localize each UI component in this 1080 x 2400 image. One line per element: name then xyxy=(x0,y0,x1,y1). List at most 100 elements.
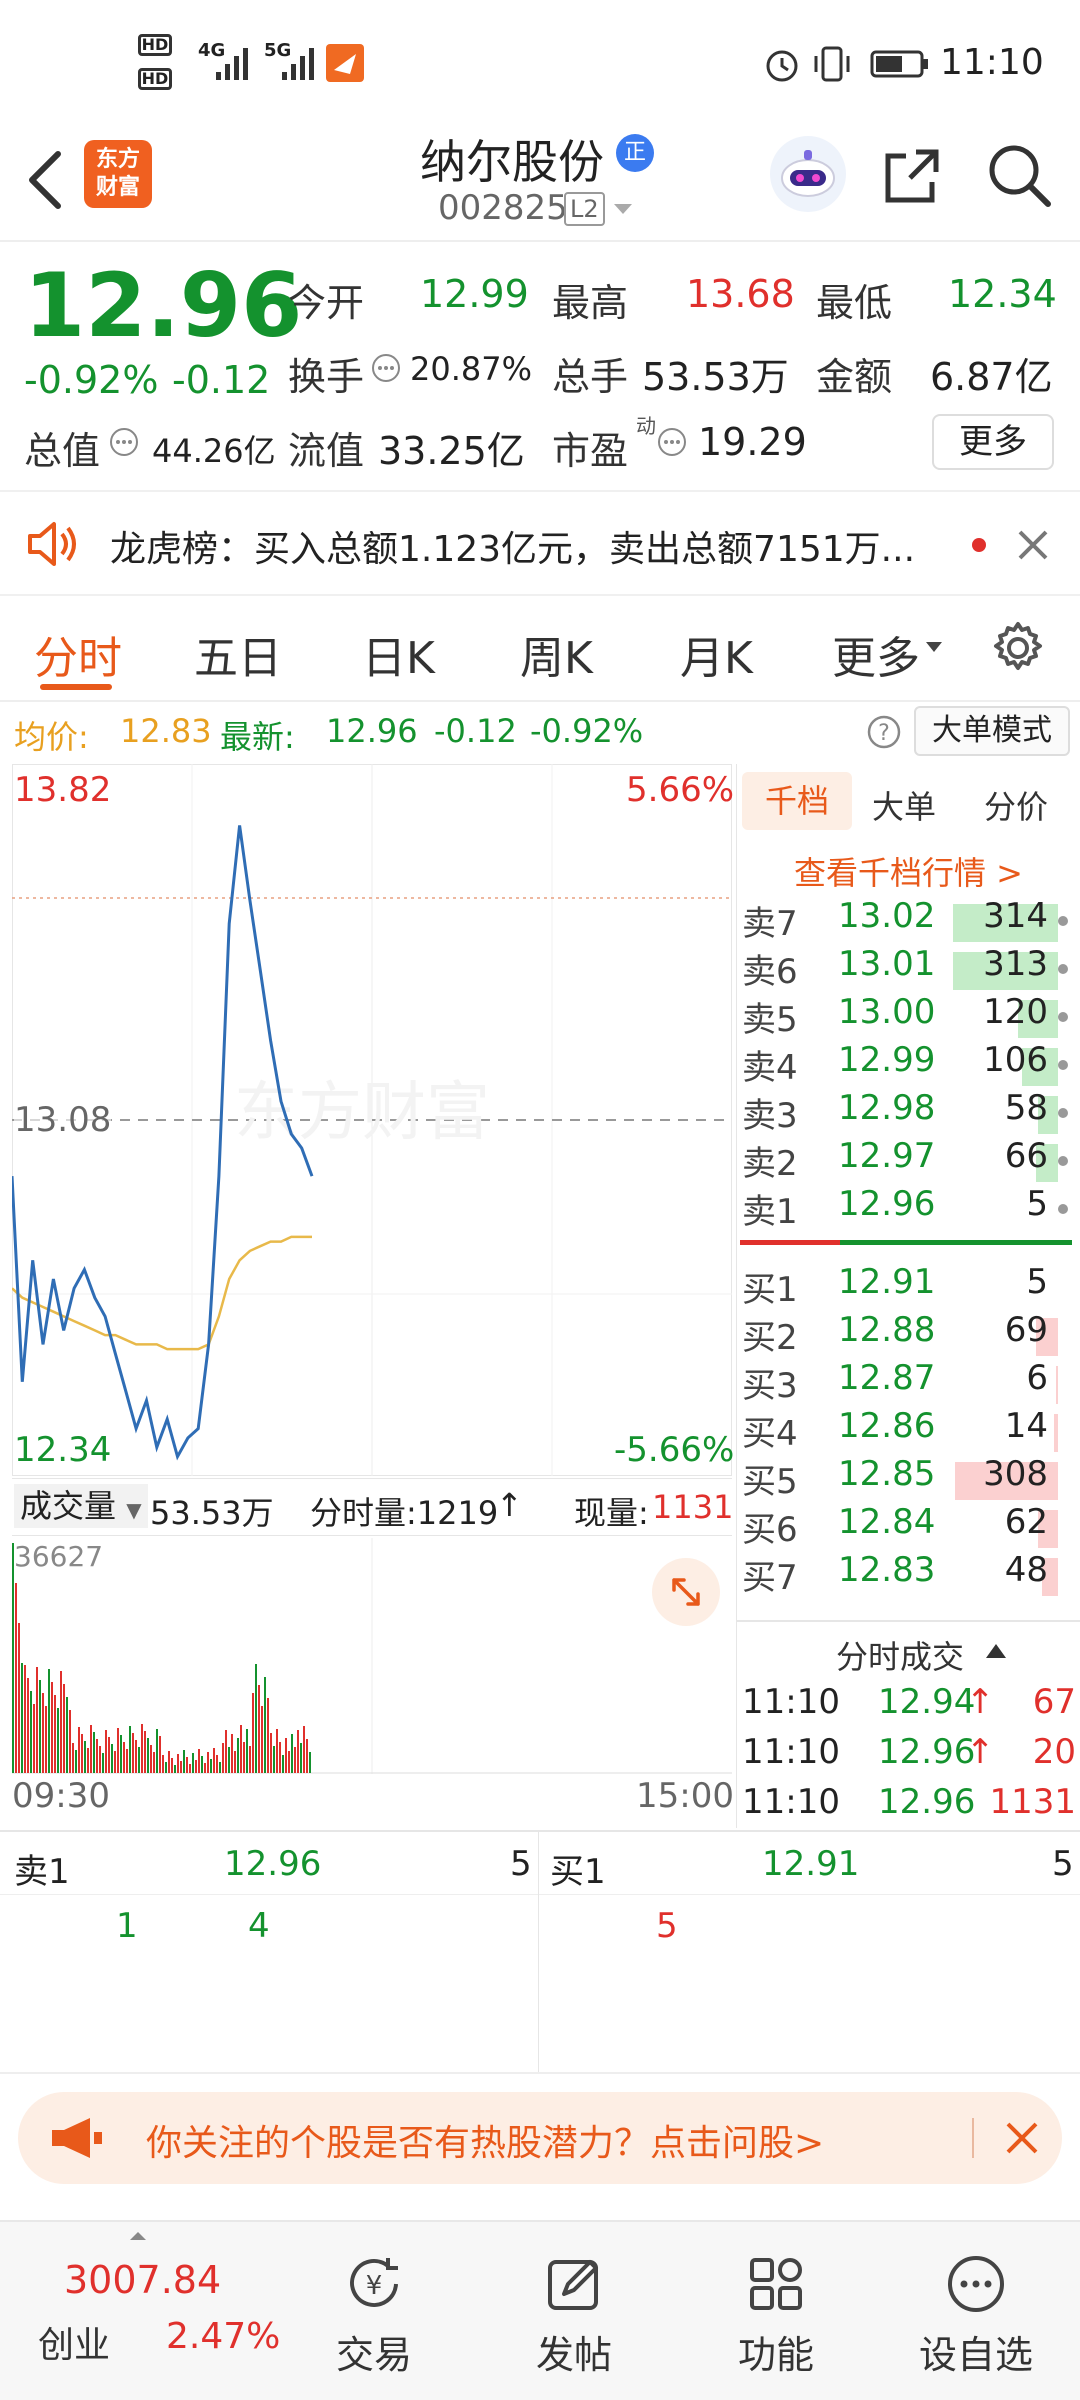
volume-bar-chart[interactable] xyxy=(12,1538,732,1774)
volume-bar xyxy=(261,1706,263,1773)
ask-stock-promo[interactable]: 你关注的个股是否有热股潜力？点击问股> xyxy=(18,2092,1062,2184)
level-label: 买5 xyxy=(742,1462,798,1502)
index-change-pct: 2.47% xyxy=(166,2316,281,2357)
tab-price-distribution[interactable]: 分价 xyxy=(984,782,1048,828)
level-volume: 58 xyxy=(1004,1088,1048,1128)
tab-weekly-k[interactable]: 周K xyxy=(520,622,593,686)
level-volume-bar xyxy=(1056,1366,1058,1404)
tick-arrow: ↑ xyxy=(966,1732,995,1772)
latest-label: 最新: xyxy=(220,718,295,756)
logo-line-2: 财富 xyxy=(95,175,140,200)
info-circle-icon[interactable] xyxy=(370,352,402,384)
level-volume-bar xyxy=(1054,1414,1058,1452)
nav-post[interactable]: 发帖 xyxy=(474,2222,674,2400)
close-icon[interactable] xyxy=(1014,526,1052,564)
buy-level-row[interactable]: 买3 12.87 6 xyxy=(740,1358,1080,1406)
index-name: 创业 xyxy=(38,2325,111,2366)
buy-level-row[interactable]: 买2 12.88 69 xyxy=(740,1310,1080,1358)
tab-daily-k[interactable]: 日K xyxy=(362,622,435,686)
volume-bar xyxy=(33,1704,35,1773)
dragon-tiger-notice[interactable]: 龙虎榜：买入总额1.123亿元，卖出总额7151万... xyxy=(0,490,1080,596)
bottom-nav: 3007.84 创业 2.47% ¥ 交易 发帖 功能 设自选 xyxy=(0,2220,1080,2400)
chevron-down-icon[interactable] xyxy=(612,202,634,218)
back-arrow-icon[interactable] xyxy=(20,148,70,212)
buy-level-row[interactable]: 买7 12.83 48 xyxy=(740,1550,1080,1598)
eastmoney-logo[interactable]: 东方 财富 xyxy=(84,140,152,208)
volume-bar xyxy=(51,1682,53,1773)
buy-level-row[interactable]: 买5 12.85 308 xyxy=(740,1454,1080,1502)
tab-indicator xyxy=(40,684,112,690)
volume-bar xyxy=(198,1749,200,1773)
info-circle-icon[interactable] xyxy=(108,426,140,458)
volume-bar xyxy=(219,1762,221,1773)
queue-buy-price: 12.91 xyxy=(762,1844,860,1884)
intraday-price-chart[interactable]: 东方财富 xyxy=(12,764,732,1476)
big-order-mode-button[interactable]: 大单模式 xyxy=(914,706,1070,756)
share-icon[interactable] xyxy=(880,142,946,208)
level-dot xyxy=(1058,1204,1068,1214)
sell-level-row[interactable]: 卖1 12.96 5 xyxy=(740,1184,1080,1232)
view-thousand-levels-link[interactable]: 查看千档行情 > xyxy=(794,848,1023,894)
sell-level-row[interactable]: 卖6 13.01 313 xyxy=(740,944,1080,992)
level-volume: 5 xyxy=(1026,1262,1048,1302)
volume-bar xyxy=(87,1748,89,1773)
sell-level-row[interactable]: 卖7 13.02 314 xyxy=(740,896,1080,944)
chevron-down-icon[interactable] xyxy=(924,640,944,654)
caret-up-icon[interactable] xyxy=(984,1642,1008,1660)
buy-level-row[interactable]: 买6 12.84 62 xyxy=(740,1502,1080,1550)
nav-functions[interactable]: 功能 xyxy=(676,2222,876,2400)
settings-gear-icon[interactable] xyxy=(990,620,1046,676)
tab-more[interactable]: 更多 xyxy=(832,622,920,686)
level-price: 12.97 xyxy=(838,1136,936,1176)
volume-bar xyxy=(174,1765,176,1773)
buy-level-row[interactable]: 买4 12.86 14 xyxy=(740,1406,1080,1454)
nav-add-watchlist[interactable]: 设自选 xyxy=(876,2222,1076,2400)
volume-bar xyxy=(216,1755,218,1773)
tab-big-orders[interactable]: 大单 xyxy=(872,782,936,828)
turnover-label: 换手 xyxy=(288,355,365,399)
volume-bar xyxy=(123,1742,125,1773)
buy-level-row[interactable]: 买1 12.91 5 xyxy=(740,1262,1080,1310)
volume-total: 53.53万 xyxy=(150,1494,274,1532)
ticks-title[interactable]: 分时成交 xyxy=(836,1632,964,1678)
volume-bar xyxy=(108,1737,110,1773)
volume-selector[interactable]: 成交量 ▼ xyxy=(14,1484,148,1528)
amount-value: 6.87亿 xyxy=(930,355,1053,399)
help-icon[interactable]: ? xyxy=(866,714,902,750)
nav-trade[interactable]: ¥ 交易 xyxy=(274,2222,474,2400)
alarm-icon xyxy=(766,50,798,82)
tab-five-day[interactable]: 五日 xyxy=(194,622,282,686)
volume-bar xyxy=(141,1724,143,1773)
volume-bar xyxy=(111,1744,113,1773)
high-value: 13.68 xyxy=(686,272,795,316)
signal-icon-2 xyxy=(282,48,314,80)
level-price: 12.98 xyxy=(838,1088,936,1128)
tab-monthly-k[interactable]: 月K xyxy=(680,622,753,686)
search-icon[interactable] xyxy=(984,140,1054,210)
low-label: 最低 xyxy=(816,281,893,325)
robot-assistant-icon[interactable] xyxy=(770,136,846,212)
level2-badge[interactable]: L2 xyxy=(564,192,605,226)
more-button[interactable]: 更多 xyxy=(932,414,1054,470)
close-icon[interactable] xyxy=(1002,2118,1042,2158)
index-ticker[interactable]: 3007.84 创业 2.47% xyxy=(0,2222,290,2400)
tick-price: 12.96 xyxy=(878,1732,976,1772)
current-volume-label: 现量: xyxy=(574,1494,649,1532)
tab-thousand-levels[interactable]: 千档 xyxy=(742,772,852,830)
tab-intraday[interactable]: 分时 xyxy=(34,622,122,686)
status-bar: HD HD 4G 5G 11:10 xyxy=(0,0,1080,120)
level-volume: 308 xyxy=(983,1454,1048,1494)
sell-level-row[interactable]: 卖2 12.97 66 xyxy=(740,1136,1080,1184)
level-dot xyxy=(1058,916,1068,926)
sell-level-row[interactable]: 卖3 12.98 58 xyxy=(740,1088,1080,1136)
queue-sell-price: 12.96 xyxy=(224,1844,322,1884)
volume-bar xyxy=(270,1733,272,1773)
volume-bar xyxy=(120,1735,122,1773)
promo-divider xyxy=(972,2118,974,2158)
sell-level-row[interactable]: 卖4 12.99 106 xyxy=(740,1040,1080,1088)
stock-code: 002825 xyxy=(438,188,568,228)
info-circle-icon[interactable] xyxy=(656,426,688,458)
volume-bar xyxy=(69,1710,71,1773)
expand-icon[interactable] xyxy=(652,1558,720,1626)
sell-level-row[interactable]: 卖5 13.00 120 xyxy=(740,992,1080,1040)
